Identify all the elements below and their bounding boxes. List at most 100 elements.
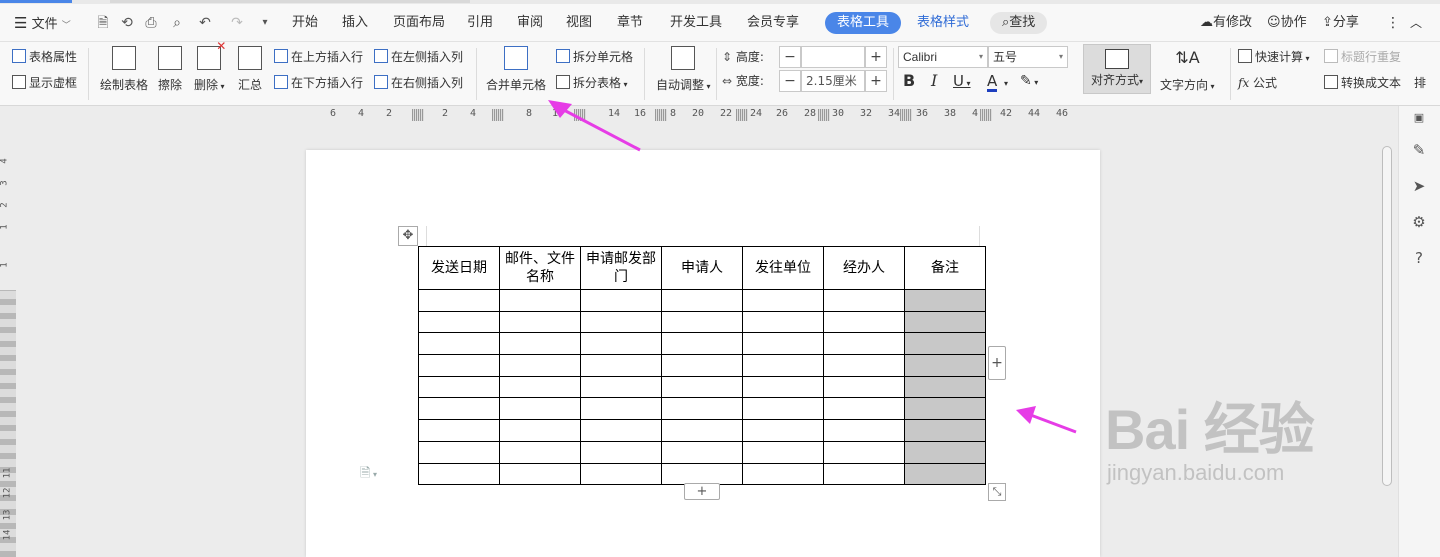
tab-developer[interactable]: 开发工具	[670, 4, 722, 42]
table-cell[interactable]	[499, 375, 581, 399]
merge-cells-button[interactable]: 合并单元格	[486, 46, 546, 93]
bold-button[interactable]: B	[903, 73, 915, 89]
move-table-icon[interactable]: ✥	[398, 226, 418, 246]
tab-page-layout[interactable]: 页面布局	[393, 4, 445, 42]
table-cell[interactable]	[418, 354, 500, 377]
table-cell[interactable]	[742, 440, 824, 464]
format-painter-icon[interactable]: ⟲	[118, 14, 136, 32]
table-header-cell[interactable]: 发送日期	[418, 246, 500, 290]
align-button[interactable]: 对齐方式▾	[1083, 44, 1151, 94]
search-button[interactable]: ⌕查找	[990, 12, 1048, 34]
delete-button[interactable]: ✕ 删除 ▾	[194, 39, 226, 93]
height-increase-button[interactable]: +	[865, 46, 887, 68]
table-cell[interactable]	[499, 419, 581, 442]
table-cell-selected[interactable]	[904, 310, 986, 334]
table-header-cell[interactable]: 邮件、文件名称	[499, 246, 581, 290]
tab-table-style[interactable]: 表格样式	[917, 4, 969, 42]
width-increase-button[interactable]: +	[865, 70, 887, 92]
table-cell[interactable]	[823, 354, 905, 377]
table-cell[interactable]	[661, 310, 743, 334]
table-cell[interactable]	[499, 397, 581, 421]
table-cell[interactable]	[499, 310, 581, 334]
table-props-button[interactable]: 表格属性	[12, 49, 77, 65]
table-cell-selected[interactable]	[904, 397, 986, 421]
text-direction-button[interactable]: ⇅A 文字方向 ▾	[1160, 46, 1215, 93]
tab-references[interactable]: 引用	[467, 4, 493, 42]
font-size-select[interactable]: 五号 ▾	[988, 46, 1068, 68]
insert-row-above-button[interactable]: 在上方插入行	[274, 49, 363, 65]
table-cell[interactable]	[742, 397, 824, 421]
table-cell[interactable]	[580, 332, 662, 356]
ruler-marker[interactable]	[412, 109, 424, 121]
table-cell[interactable]	[823, 397, 905, 421]
split-cells-button[interactable]: 拆分单元格	[556, 49, 633, 65]
ruler-marker[interactable]	[655, 109, 667, 121]
table-cell[interactable]	[742, 310, 824, 334]
table-cell[interactable]	[499, 332, 581, 356]
modified-status[interactable]: ☁有修改	[1200, 4, 1252, 42]
paragraph-options-icon[interactable]: 🗎 ▾	[360, 464, 377, 486]
table-header-cell[interactable]: 备注	[904, 246, 986, 290]
table-cell[interactable]	[499, 462, 581, 486]
ruler-marker[interactable]	[736, 109, 748, 121]
table-cell[interactable]	[661, 332, 743, 356]
table-cell[interactable]	[742, 419, 824, 442]
table-cell[interactable]	[418, 289, 500, 312]
table-cell[interactable]	[580, 462, 662, 486]
sidebar-settings-icon[interactable]: ⚙	[1409, 212, 1429, 232]
table-cell[interactable]	[580, 440, 662, 464]
table-cell[interactable]	[823, 310, 905, 334]
width-input[interactable]: 2.15厘米	[801, 70, 865, 92]
table-cell[interactable]	[580, 419, 662, 442]
table-cell[interactable]	[823, 375, 905, 399]
ruler-marker[interactable]	[818, 109, 830, 121]
table-cell[interactable]	[580, 397, 662, 421]
table-cell[interactable]	[580, 354, 662, 377]
sidebar-cursor-icon[interactable]: ➤	[1409, 176, 1429, 196]
table-cell[interactable]	[580, 289, 662, 312]
chevron-down-icon[interactable]: ▾	[1004, 76, 1008, 92]
insert-col-right-button[interactable]: 在右侧插入列	[374, 75, 463, 91]
ruler-marker[interactable]	[492, 109, 504, 121]
save-icon[interactable]: 🗎	[94, 14, 112, 32]
table-cell[interactable]	[742, 462, 824, 486]
sidebar-help-icon[interactable]: ?	[1409, 248, 1429, 268]
table-cell[interactable]	[661, 419, 743, 442]
table-cell[interactable]	[499, 354, 581, 377]
file-menu[interactable]: ☰ 文件 ﹀	[14, 4, 71, 42]
font-name-select[interactable]: Calibri ▾	[898, 46, 988, 68]
table-cell[interactable]	[418, 332, 500, 356]
table-cell[interactable]	[823, 462, 905, 486]
table-cell-selected[interactable]	[904, 289, 986, 312]
document-table[interactable]: 发送日期 邮件、文件名称 申请邮发部门 申请人 发往单位 经办人 备注	[418, 246, 986, 486]
table-cell[interactable]	[418, 375, 500, 399]
collapse-ribbon-icon[interactable]: ︿	[1410, 4, 1422, 42]
table-cell[interactable]	[418, 310, 500, 334]
table-cell[interactable]	[661, 375, 743, 399]
vertical-scrollbar[interactable]	[1380, 126, 1394, 557]
width-decrease-button[interactable]: −	[779, 70, 801, 92]
table-cell[interactable]	[823, 440, 905, 464]
vertical-ruler[interactable]: 4 3 2 1 1 11 12 13 14	[0, 126, 18, 557]
tab-insert[interactable]: 插入	[342, 4, 368, 42]
table-cell[interactable]	[742, 375, 824, 399]
sidebar-edit-icon[interactable]: ✎	[1409, 140, 1429, 160]
more-ribbon-button[interactable]: 排	[1414, 75, 1426, 91]
table-cell-selected[interactable]	[904, 462, 986, 486]
table-cell[interactable]	[580, 375, 662, 399]
quick-calc-button[interactable]: 快速计算 ▾	[1238, 49, 1310, 67]
convert-text-button[interactable]: 转换成文本	[1324, 75, 1401, 91]
erase-button[interactable]: 擦除	[158, 46, 182, 93]
split-table-button[interactable]: 拆分表格 ▾	[556, 75, 628, 93]
tab-member[interactable]: 会员专享	[747, 4, 799, 42]
tab-chapter[interactable]: 章节	[617, 4, 643, 42]
show-grid-button[interactable]: 显示虚框	[12, 75, 77, 91]
table-cell[interactable]	[823, 419, 905, 442]
table-header-cell[interactable]: 发往单位	[742, 246, 824, 290]
formula-button[interactable]: fx 公式	[1238, 75, 1277, 91]
table-cell[interactable]	[418, 440, 500, 464]
table-header-cell[interactable]: 申请邮发部门	[580, 246, 662, 290]
share-button[interactable]: ⇪分享	[1322, 4, 1359, 42]
table-cell[interactable]	[742, 289, 824, 312]
table-cell[interactable]	[823, 289, 905, 312]
